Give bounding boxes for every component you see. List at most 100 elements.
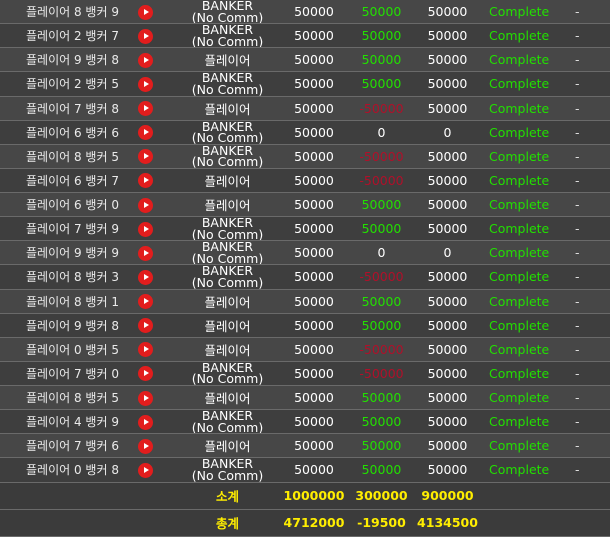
bet-type: 플레이어: [176, 313, 279, 338]
play-button-icon[interactable]: [138, 76, 153, 92]
game-result: 플레이어 8 뱅커 5: [0, 144, 136, 169]
win-amount: 50000: [349, 409, 414, 435]
bet-type-sublabel: (No Comm): [191, 274, 264, 289]
play-button-icon[interactable]: [138, 366, 153, 382]
status-badge: Complete: [481, 96, 553, 121]
status-badge: Complete: [481, 0, 553, 25]
row-action: -: [553, 120, 610, 145]
video-cell: [136, 409, 176, 435]
game-result: 플레이어 7 뱅커 6: [0, 433, 136, 459]
play-button-icon[interactable]: [138, 221, 153, 237]
play-button-icon[interactable]: [138, 294, 153, 310]
row-action: -: [553, 409, 610, 435]
video-cell: [136, 433, 176, 459]
video-cell: [136, 120, 176, 145]
bet-type: BANKER (No Comm): [176, 71, 279, 97]
bet-amount: 50000: [279, 313, 349, 338]
status-badge: Complete: [481, 144, 553, 169]
bet-amount: 50000: [279, 289, 349, 314]
win-amount: -50000: [349, 96, 414, 121]
play-button-icon[interactable]: [138, 101, 153, 117]
bet-amount: 50000: [279, 23, 349, 49]
row-action: -: [553, 0, 610, 25]
game-result: 플레이어 0 뱅커 8: [0, 457, 136, 483]
bet-type-label: 플레이어: [204, 294, 251, 310]
payout-amount: 50000: [414, 337, 481, 362]
bet-type: 플레이어: [176, 385, 279, 411]
bet-type-label: 플레이어: [204, 101, 251, 117]
table-row: 플레이어 8 뱅커 1 플레이어 50000 50000 50000 Complete -: [0, 289, 610, 314]
play-button-icon[interactable]: [138, 462, 153, 478]
subtotal-win: 300000: [349, 482, 414, 510]
bet-type: BANKER (No Comm): [176, 23, 279, 49]
play-button-icon[interactable]: [138, 28, 153, 44]
payout-amount: 50000: [414, 216, 481, 242]
subtotal-amount: 1000000: [279, 482, 349, 510]
bet-amount: 50000: [279, 96, 349, 121]
bet-amount: 50000: [279, 144, 349, 169]
table-row: 플레이어 7 뱅커 6 플레이어 50000 50000 50000 Complete -: [0, 433, 610, 459]
bet-type-label: 플레이어: [204, 318, 251, 334]
game-result: 플레이어 8 뱅커 5: [0, 385, 136, 411]
win-amount: -50000: [349, 361, 414, 387]
payout-amount: 50000: [414, 96, 481, 121]
video-cell: [136, 361, 176, 387]
play-button-icon[interactable]: [138, 125, 153, 141]
play-button-icon[interactable]: [138, 52, 153, 68]
play-button-icon[interactable]: [138, 318, 153, 334]
win-amount: 0: [349, 120, 414, 145]
bet-type-sublabel: (No Comm): [191, 419, 264, 434]
play-button-icon[interactable]: [138, 342, 153, 358]
bet-type-label: 플레이어: [204, 342, 251, 358]
play-button-icon[interactable]: [138, 173, 153, 189]
play-button-icon[interactable]: [138, 4, 153, 20]
status-badge: Complete: [481, 47, 553, 73]
play-button-icon[interactable]: [138, 149, 153, 165]
bet-amount: 50000: [279, 71, 349, 97]
bet-type-sublabel: (No Comm): [191, 250, 264, 265]
total-label: 총계: [176, 509, 279, 537]
table-row: 플레이어 6 뱅커 7 플레이어 50000 -50000 50000 Complete -: [0, 168, 610, 194]
bet-amount: 50000: [279, 457, 349, 483]
bet-type: 플레이어: [176, 192, 279, 218]
win-amount: 0: [349, 240, 414, 266]
row-action: -: [553, 47, 610, 73]
play-button-icon[interactable]: [138, 414, 153, 430]
payout-amount: 50000: [414, 168, 481, 194]
status-badge: Complete: [481, 385, 553, 411]
play-button-icon[interactable]: [138, 390, 153, 406]
bet-type-sublabel: (No Comm): [191, 81, 264, 96]
table-row: 플레이어 4 뱅커 9 BANKER (No Comm) 50000 50000 5000…: [0, 409, 610, 435]
game-result: 플레이어 2 뱅커 5: [0, 71, 136, 97]
table-row: 플레이어 7 뱅커 0 BANKER (No Comm) 50000 -50000 500…: [0, 361, 610, 387]
play-button-icon[interactable]: [138, 438, 153, 454]
bet-amount: 50000: [279, 385, 349, 411]
status-badge: Complete: [481, 216, 553, 242]
status-badge: Complete: [481, 361, 553, 387]
bet-amount: 50000: [279, 337, 349, 362]
win-amount: 50000: [349, 433, 414, 459]
table-row: 플레이어 9 뱅커 8 플레이어 50000 50000 50000 Complete -: [0, 313, 610, 338]
play-button-icon[interactable]: [138, 269, 153, 285]
status-badge: Complete: [481, 313, 553, 338]
status-badge: Complete: [481, 289, 553, 314]
status-badge: Complete: [481, 23, 553, 49]
status-badge: Complete: [481, 457, 553, 483]
bet-amount: 50000: [279, 433, 349, 459]
bet-type-label: 플레이어: [204, 439, 251, 455]
payout-amount: 50000: [414, 264, 481, 290]
video-cell: [136, 313, 176, 338]
table-row: 플레이어 7 뱅커 9 BANKER (No Comm) 50000 50000 5000…: [0, 216, 610, 242]
bet-amount: 50000: [279, 47, 349, 73]
bet-type-sublabel: (No Comm): [191, 130, 264, 145]
win-amount: 50000: [349, 313, 414, 338]
table-row: 플레이어 2 뱅커 5 BANKER (No Comm) 50000 50000 5000…: [0, 71, 610, 97]
play-button-icon[interactable]: [138, 245, 153, 261]
game-result: 플레이어 8 뱅커 9: [0, 0, 136, 25]
bet-type-sublabel: (No Comm): [191, 154, 264, 169]
status-badge: Complete: [481, 192, 553, 218]
row-action: -: [553, 457, 610, 483]
bet-type: BANKER (No Comm): [176, 457, 279, 483]
play-button-icon[interactable]: [138, 197, 153, 213]
payout-amount: 50000: [414, 144, 481, 169]
